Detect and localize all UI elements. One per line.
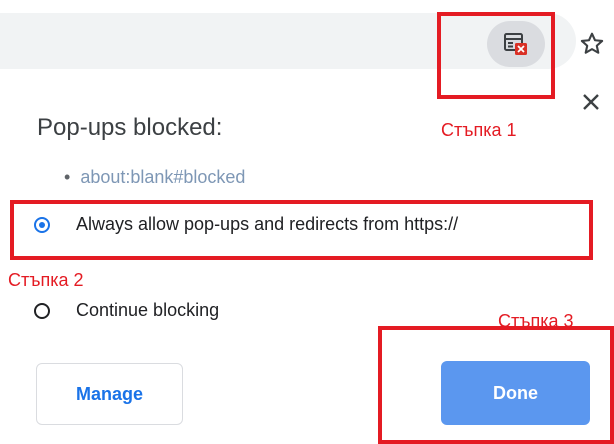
blocked-popup-link[interactable]: about:blank#blocked: [80, 167, 245, 187]
list-bullet: •: [64, 167, 71, 187]
step3-label: Стъпка 3: [498, 311, 574, 331]
radio-continue-blocking[interactable]: [34, 302, 50, 319]
step2-label: Стъпка 2: [8, 270, 84, 290]
option-continue-blocking[interactable]: Continue blocking: [34, 300, 219, 321]
step2-highlight-box: [10, 200, 593, 260]
close-icon[interactable]: [580, 91, 602, 113]
step1-highlight-box: [437, 12, 555, 99]
step1-label: Стъпка 1: [441, 120, 517, 140]
dialog-title: Pop-ups blocked:: [37, 114, 223, 141]
blocked-list: • about:blank#blocked: [64, 167, 245, 188]
step3-highlight-box: [378, 326, 614, 444]
manage-button[interactable]: Manage: [36, 363, 183, 425]
option-continue-blocking-label: Continue blocking: [76, 300, 220, 320]
star-icon[interactable]: [578, 30, 606, 58]
